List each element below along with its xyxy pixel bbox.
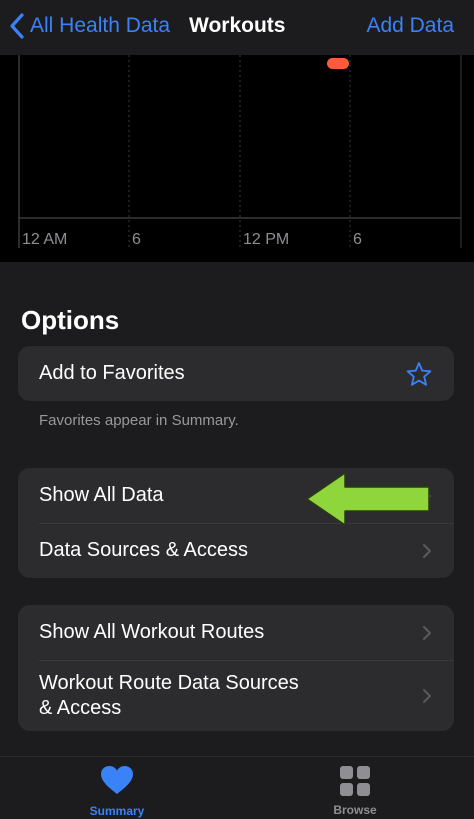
tab-bar: Summary Browse (0, 756, 474, 819)
navigation-bar: All Health Data Workouts Add Data (0, 0, 474, 55)
chart-svg: 12 AM 6 12 PM 6 (18, 55, 462, 248)
route-sources-line1: Workout Route Data Sources (39, 671, 299, 694)
back-button[interactable]: All Health Data (8, 11, 170, 41)
add-to-favorites-label: Add to Favorites (39, 362, 185, 384)
options-heading: Options (21, 305, 120, 335)
route-sources-label: Workout Route Data Sources & Access (39, 671, 299, 721)
routes-group: Show All Workout Routes Workout Route Da… (18, 605, 454, 731)
show-all-data-label: Show All Data (39, 484, 164, 506)
chevron-right-icon (423, 688, 431, 703)
route-sources-row[interactable]: Workout Route Data Sources & Access (18, 660, 454, 731)
add-data-button[interactable]: Add Data (366, 14, 454, 38)
tab-summary[interactable]: Summary (57, 765, 177, 818)
data-sources-label: Data Sources & Access (39, 539, 248, 561)
page-title: Workouts (189, 14, 286, 37)
tab-browse[interactable]: Browse (295, 765, 415, 817)
workouts-chart: 12 AM 6 12 PM 6 (0, 55, 474, 262)
show-routes-label: Show All Workout Routes (39, 621, 265, 643)
star-icon[interactable] (406, 361, 432, 387)
add-to-favorites-row[interactable]: Add to Favorites (18, 346, 454, 401)
chevron-left-icon (10, 13, 24, 39)
grid-icon (340, 766, 370, 796)
x-label-6am: 6 (132, 231, 141, 248)
back-button-label: All Health Data (30, 14, 171, 37)
arrow-annotation (306, 472, 430, 526)
workout-marker (327, 58, 349, 69)
x-label-12am: 12 AM (22, 231, 67, 248)
route-sources-line2: & Access (39, 696, 122, 719)
tab-summary-label: Summary (89, 804, 145, 818)
heart-icon (101, 766, 133, 794)
favorites-footnote: Favorites appear in Summary. (39, 412, 239, 429)
tab-browse-label: Browse (333, 803, 377, 817)
show-routes-row[interactable]: Show All Workout Routes (18, 605, 454, 660)
favorites-group: Add to Favorites (18, 346, 454, 401)
x-label-6pm: 6 (353, 231, 362, 248)
chevron-right-icon (423, 625, 431, 640)
x-label-12pm: 12 PM (243, 231, 289, 248)
data-sources-row[interactable]: Data Sources & Access (18, 523, 454, 578)
chevron-right-icon (423, 543, 431, 558)
